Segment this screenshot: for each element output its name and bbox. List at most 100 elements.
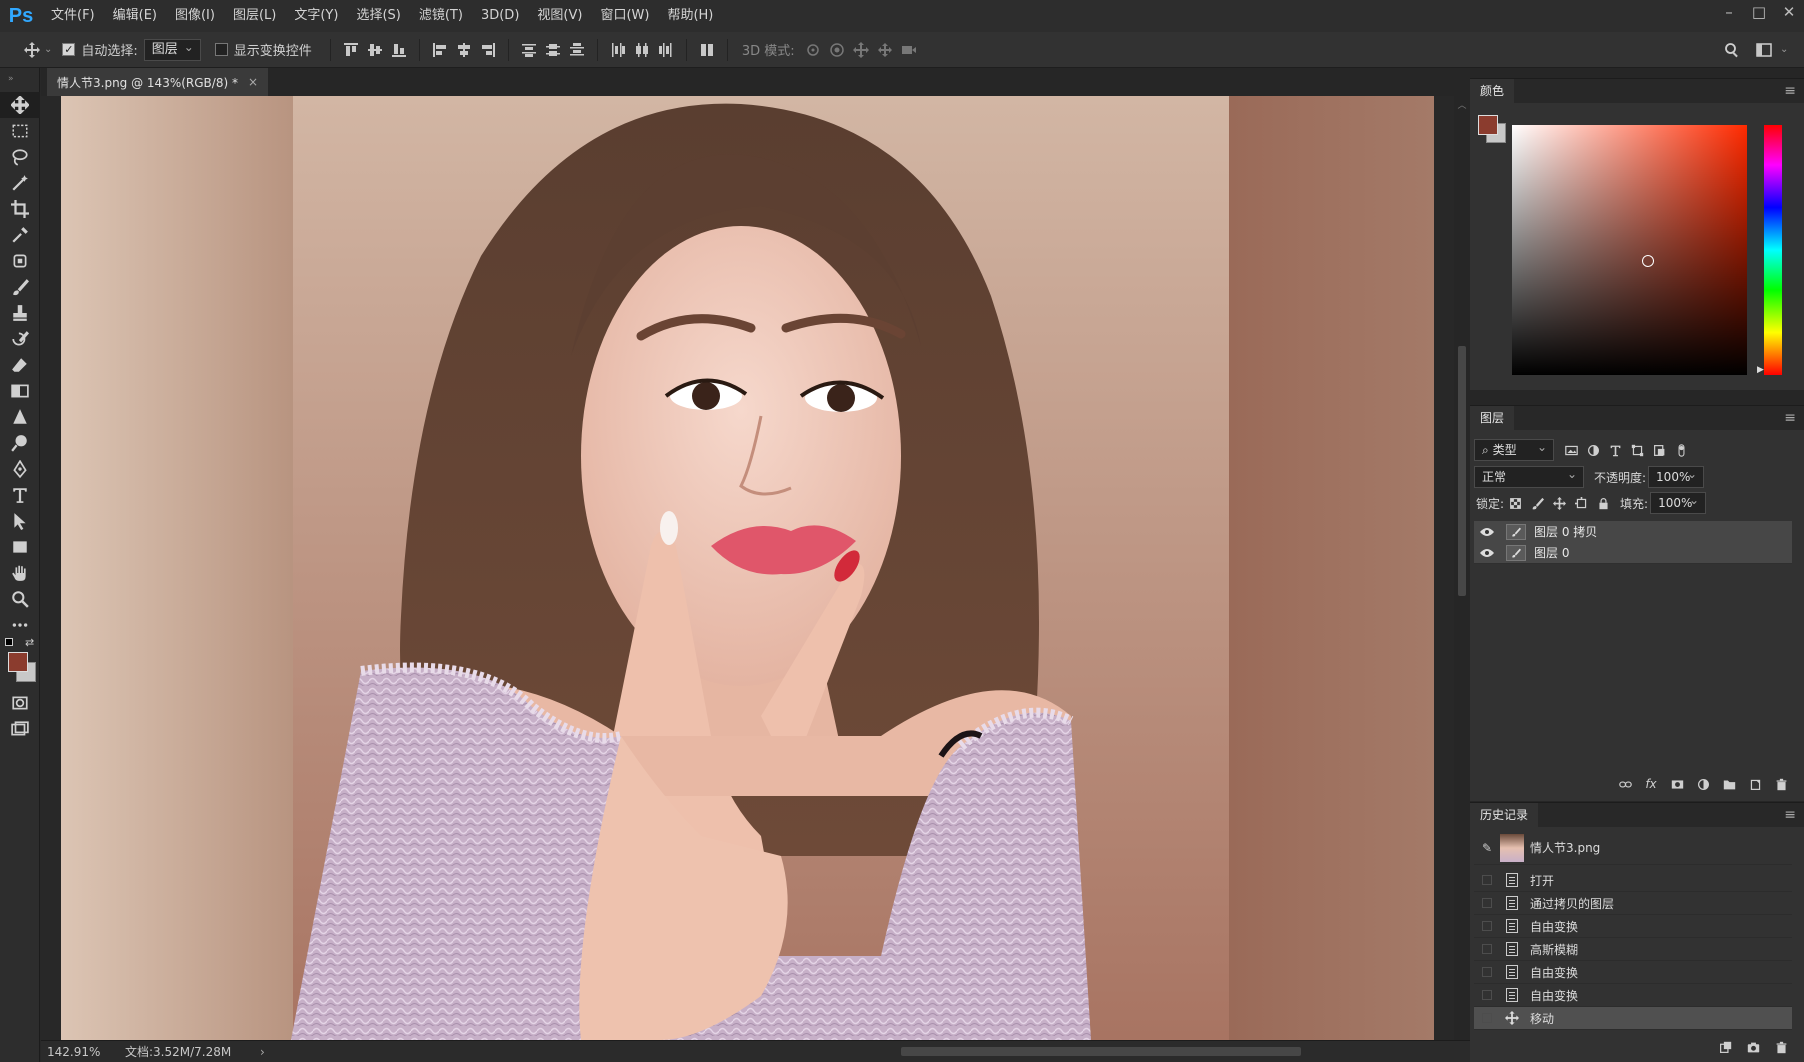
menu-window[interactable]: 窗口(W) bbox=[591, 0, 658, 32]
lock-position-icon[interactable] bbox=[1548, 492, 1570, 514]
chevron-down-icon[interactable]: ⌄ bbox=[1780, 44, 1788, 55]
horizontal-scrollbar[interactable] bbox=[281, 1041, 1461, 1062]
hue-slider[interactable] bbox=[1764, 125, 1782, 375]
lock-transparency-icon[interactable] bbox=[1504, 492, 1526, 514]
history-snapshot[interactable]: ✎ 情人节3.png bbox=[1474, 831, 1792, 865]
menu-edit[interactable]: 编辑(E) bbox=[104, 0, 166, 32]
align-vcenter-icon[interactable] bbox=[363, 38, 387, 62]
screen-mode-icon[interactable] bbox=[0, 716, 40, 742]
distribute-top-icon[interactable] bbox=[517, 38, 541, 62]
history-step[interactable]: 自由变换 bbox=[1474, 961, 1792, 984]
brush-tool-icon[interactable] bbox=[0, 274, 40, 300]
history-source-box[interactable] bbox=[1482, 990, 1492, 1000]
distribute-right-icon[interactable] bbox=[654, 38, 678, 62]
status-menu-arrow[interactable]: › bbox=[260, 1045, 265, 1059]
history-source-box[interactable] bbox=[1482, 921, 1492, 931]
layer-row[interactable]: 图层 0 拷贝 bbox=[1474, 521, 1792, 543]
zoom-tool-icon[interactable] bbox=[0, 586, 40, 612]
foreground-color-swatch[interactable] bbox=[8, 652, 28, 672]
search-icon[interactable] bbox=[1720, 38, 1744, 62]
slide-3d-icon[interactable] bbox=[873, 38, 897, 62]
crop-tool-icon[interactable] bbox=[0, 196, 40, 222]
align-bottom-icon[interactable] bbox=[387, 38, 411, 62]
roll-3d-icon[interactable] bbox=[825, 38, 849, 62]
maximize-button[interactable]: □ bbox=[1744, 0, 1774, 24]
clone-stamp-tool-icon[interactable] bbox=[0, 300, 40, 326]
move-tool-icon[interactable] bbox=[0, 92, 40, 118]
menu-3d[interactable]: 3D(D) bbox=[472, 0, 528, 32]
hue-slider-handle-icon[interactable]: ▶ bbox=[1757, 365, 1764, 375]
filter-smart-object-icon[interactable] bbox=[1648, 439, 1670, 461]
history-source-box[interactable] bbox=[1482, 967, 1492, 977]
filter-pixel-icon[interactable] bbox=[1560, 439, 1582, 461]
delete-layer-trash-icon[interactable] bbox=[1770, 773, 1792, 795]
menu-view[interactable]: 视图(V) bbox=[528, 0, 591, 32]
eyedropper-tool-icon[interactable] bbox=[0, 222, 40, 248]
default-colors-icon[interactable] bbox=[5, 638, 13, 646]
align-top-icon[interactable] bbox=[339, 38, 363, 62]
menu-image[interactable]: 图像(I) bbox=[166, 0, 224, 32]
color-picker-marker[interactable] bbox=[1642, 255, 1654, 267]
delete-state-trash-icon[interactable] bbox=[1770, 1036, 1792, 1058]
collapse-toolbar-icon[interactable]: » bbox=[0, 68, 39, 92]
visibility-eye-icon[interactable] bbox=[1474, 527, 1500, 537]
vertical-scroll-thumb[interactable] bbox=[1458, 346, 1466, 596]
marquee-tool-icon[interactable] bbox=[0, 118, 40, 144]
canvas-image[interactable] bbox=[61, 96, 1434, 1040]
more-tools-icon[interactable] bbox=[0, 612, 40, 638]
orbit-3d-icon[interactable] bbox=[801, 38, 825, 62]
distribute-bottom-icon[interactable] bbox=[565, 38, 589, 62]
close-window-button[interactable]: ✕ bbox=[1774, 0, 1804, 24]
adjustment-layer-icon[interactable] bbox=[1692, 773, 1714, 795]
lock-pixels-icon[interactable] bbox=[1526, 492, 1548, 514]
distribute-left-icon[interactable] bbox=[606, 38, 630, 62]
history-step[interactable]: 打开 bbox=[1474, 869, 1792, 892]
pan-3d-icon[interactable] bbox=[849, 38, 873, 62]
menu-filter[interactable]: 滤镜(T) bbox=[410, 0, 472, 32]
filter-type-icon[interactable] bbox=[1604, 439, 1626, 461]
lock-artboard-icon[interactable] bbox=[1570, 492, 1592, 514]
align-right-icon[interactable] bbox=[476, 38, 500, 62]
layer-row[interactable]: 图层 0 bbox=[1474, 542, 1792, 564]
link-layers-icon[interactable] bbox=[1614, 773, 1636, 795]
panel-menu-icon[interactable]: ≡ bbox=[1784, 807, 1796, 823]
color-panel-tab[interactable]: 颜色 bbox=[1470, 79, 1515, 103]
history-brush-source-icon[interactable]: ✎ bbox=[1474, 841, 1500, 855]
canvas-area[interactable] bbox=[41, 96, 1454, 1040]
camera-snapshot-icon[interactable] bbox=[1742, 1036, 1764, 1058]
menu-type[interactable]: 文字(Y) bbox=[285, 0, 347, 32]
visibility-eye-icon[interactable] bbox=[1474, 548, 1500, 558]
history-step-current[interactable]: 移动 bbox=[1474, 1007, 1792, 1030]
quick-mask-icon[interactable] bbox=[0, 690, 40, 716]
history-step[interactable]: 通过拷贝的图层 bbox=[1474, 892, 1792, 915]
path-selection-tool-icon[interactable] bbox=[0, 508, 40, 534]
lock-all-icon[interactable] bbox=[1592, 492, 1614, 514]
history-step[interactable]: 自由变换 bbox=[1474, 915, 1792, 938]
healing-brush-tool-icon[interactable] bbox=[0, 248, 40, 274]
panel-menu-icon[interactable]: ≡ bbox=[1784, 83, 1796, 99]
chevron-down-icon[interactable]: ⌄ bbox=[44, 44, 52, 55]
show-transform-checkbox[interactable] bbox=[214, 43, 228, 56]
close-tab-icon[interactable]: × bbox=[248, 75, 258, 89]
align-hcenter-icon[interactable] bbox=[452, 38, 476, 62]
scroll-up-icon[interactable]: ︿ bbox=[1454, 98, 1470, 111]
foreground-color-swatch[interactable] bbox=[1478, 115, 1498, 135]
menu-file[interactable]: 文件(F) bbox=[42, 0, 104, 32]
layer-filter-dropdown[interactable]: ⌕ 类型 bbox=[1474, 437, 1554, 461]
align-left-icon[interactable] bbox=[428, 38, 452, 62]
history-source-box[interactable] bbox=[1482, 875, 1492, 885]
history-source-box[interactable] bbox=[1482, 898, 1492, 908]
fill-input[interactable]: 100% bbox=[1650, 490, 1707, 514]
type-tool-icon[interactable] bbox=[0, 482, 40, 508]
history-source-box[interactable] bbox=[1482, 1013, 1492, 1023]
opacity-input[interactable]: 100% bbox=[1648, 464, 1705, 488]
auto-align-icon[interactable] bbox=[695, 38, 719, 62]
history-step[interactable]: 高斯模糊 bbox=[1474, 938, 1792, 961]
swap-colors-icon[interactable]: ⇄ bbox=[25, 636, 34, 649]
document-tab[interactable]: 情人节3.png @ 143%(RGB/8) * × bbox=[47, 68, 269, 96]
vertical-scrollbar[interactable]: ︿ bbox=[1454, 96, 1470, 1040]
history-panel-tab[interactable]: 历史记录 bbox=[1470, 803, 1539, 827]
hand-tool-icon[interactable] bbox=[0, 560, 40, 586]
new-document-from-state-icon[interactable] bbox=[1714, 1036, 1736, 1058]
add-mask-icon[interactable] bbox=[1666, 773, 1688, 795]
